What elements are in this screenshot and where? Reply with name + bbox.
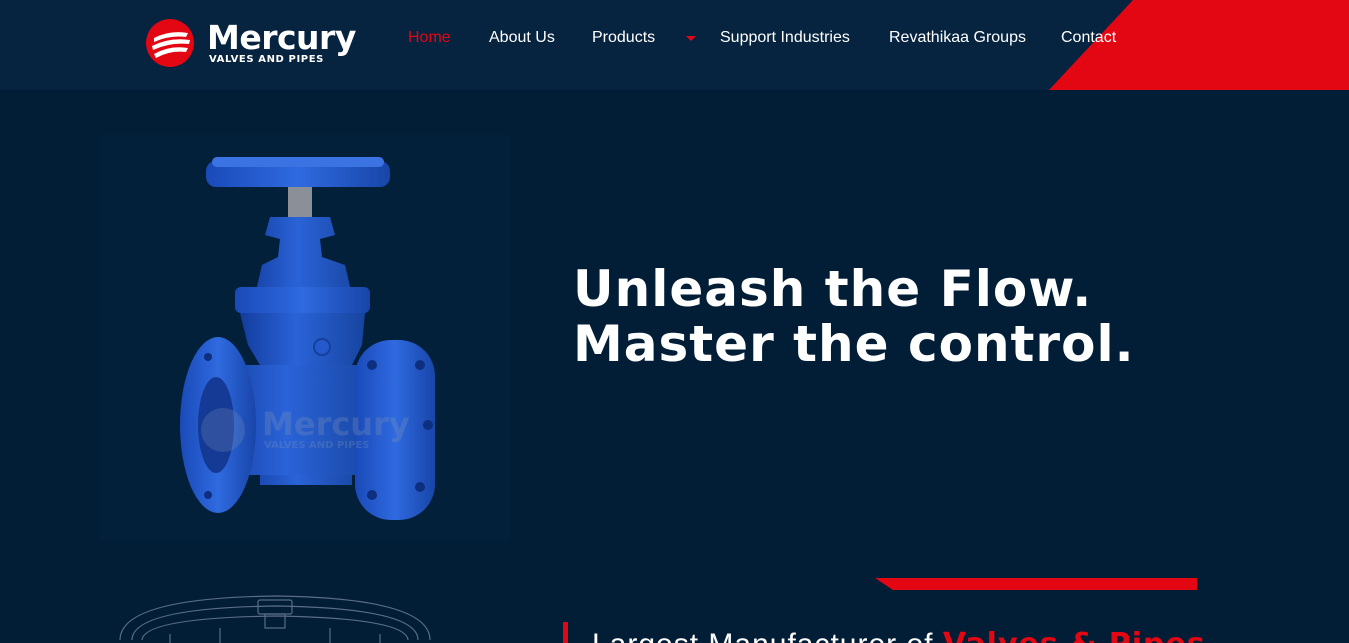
- tagline-accent-bar: [563, 622, 568, 643]
- intro-lead: Largest Manufacturer of: [592, 628, 943, 643]
- site-header: Mercury VALVES AND PIPES Home About Us P…: [0, 0, 1349, 90]
- hero-headline: Unleash the Flow. Master the control.: [573, 262, 1135, 372]
- main-nav: Home About Us Products Support Industrie…: [0, 29, 1349, 49]
- nav-support-industries[interactable]: Support Industries: [720, 29, 850, 47]
- nav-home[interactable]: Home: [408, 29, 451, 47]
- watermark-sub: VALVES AND PIPES: [264, 440, 369, 451]
- valve-sketch-outline: [119, 595, 431, 643]
- gate-valve-image: Mercury VALVES AND PIPES: [100, 135, 510, 540]
- nav-revathikaa-groups[interactable]: Revathikaa Groups: [889, 29, 1026, 47]
- watermark-text: Mercury: [262, 405, 410, 443]
- red-stripe-decoration: [875, 578, 1197, 590]
- hero-line-1: Unleash the Flow.: [573, 260, 1093, 318]
- nav-products[interactable]: Products: [592, 29, 655, 47]
- intro-accent: Valves & Pipes: [943, 627, 1206, 643]
- intro-tagline: Largest Manufacturer of Valves & Pipes: [592, 627, 1206, 643]
- products-dropdown-caret-icon[interactable]: [686, 36, 696, 41]
- hero-line-2: Master the control.: [573, 315, 1135, 373]
- nav-contact[interactable]: Contact: [1061, 29, 1116, 47]
- nav-about-us[interactable]: About Us: [489, 29, 555, 47]
